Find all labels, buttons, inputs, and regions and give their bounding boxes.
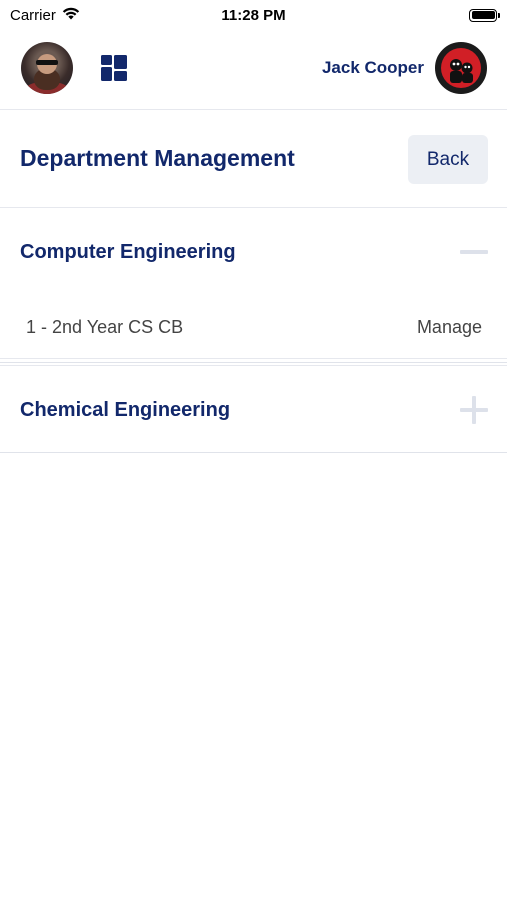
department-section-chemical-engineering: Chemical Engineering xyxy=(0,365,507,453)
battery-icon xyxy=(469,8,500,22)
page-title: Department Management xyxy=(20,145,295,171)
department-section-computer-engineering: Computer Engineering 1 - 2nd Year CS CB … xyxy=(0,208,507,363)
department-header[interactable]: Computer Engineering xyxy=(0,208,507,296)
status-bar: Carrier 11:28 PM xyxy=(0,0,507,30)
app-header: Jack Cooper xyxy=(0,30,507,110)
page-title-row: Department Management Back xyxy=(0,110,507,208)
plus-icon[interactable] xyxy=(460,396,488,424)
profile-avatar[interactable] xyxy=(435,42,487,94)
user-avatar[interactable] xyxy=(21,42,73,94)
department-name: Chemical Engineering xyxy=(20,398,231,421)
department-name: Computer Engineering xyxy=(20,240,236,263)
dashboard-grid-icon[interactable] xyxy=(101,55,127,81)
minus-icon[interactable] xyxy=(460,238,488,266)
manage-link[interactable]: Manage xyxy=(417,317,482,338)
department-header[interactable]: Chemical Engineering xyxy=(0,366,507,454)
status-time: 11:28 PM xyxy=(221,6,286,24)
back-button[interactable]: Back xyxy=(408,135,488,184)
class-row: 1 - 2nd Year CS CB Manage xyxy=(0,296,507,359)
user-name[interactable]: Jack Cooper xyxy=(322,58,424,78)
class-name: 1 - 2nd Year CS CB xyxy=(26,316,184,337)
app-screen: Carrier 11:28 PM Jack Cooper Department … xyxy=(0,0,507,900)
